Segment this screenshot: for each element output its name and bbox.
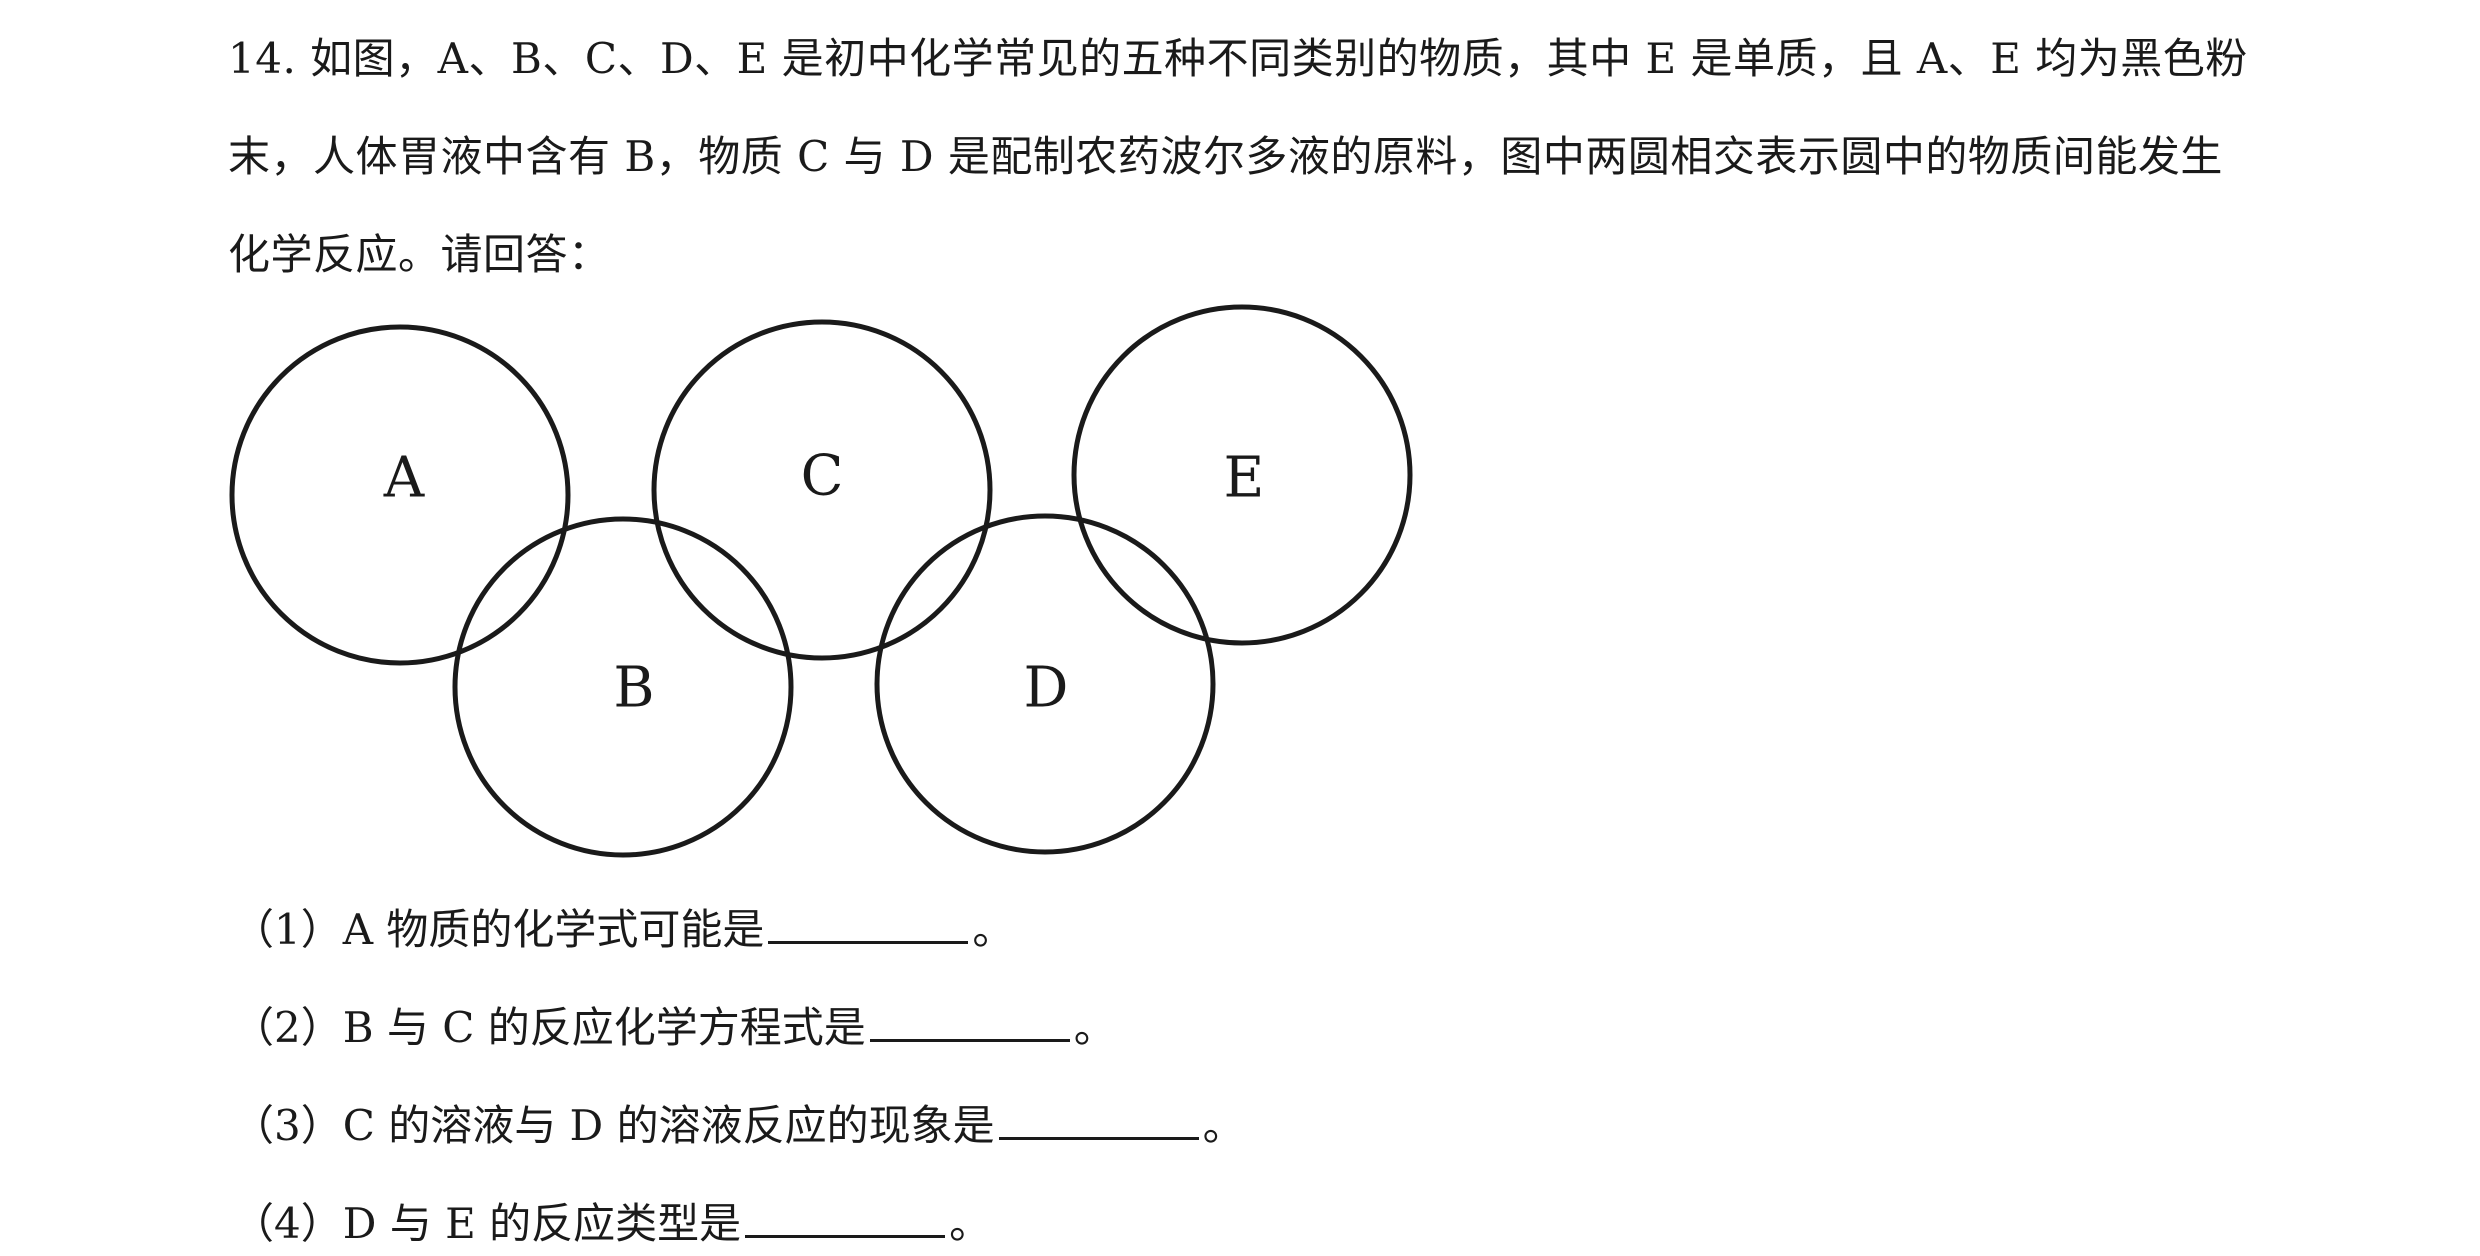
sub-question-2: （2）B 与 C 的反应化学方程式是 。 [232,998,1116,1058]
sub-question-1-text: （1）A 物质的化学式可能是 [232,905,765,954]
sub-question-3: （3）C 的溶液与 D 的溶液反应的现象是 。 [232,1096,1245,1156]
sub-question-1-end: 。 [972,905,1015,954]
circle-label-c: C [801,444,844,509]
question-line-3: 化学反应。请回答： [228,230,611,279]
answer-blank-1[interactable] [768,905,969,944]
answer-blank-4[interactable] [745,1199,946,1238]
circle-e: E [1071,304,1413,646]
sub-question-3-end: 。 [1202,1101,1245,1150]
circle-b: B [452,516,794,858]
sub-question-4-text: （4）D 与 E 的反应类型是 [232,1199,742,1248]
circle-label-e: E [1224,446,1265,511]
circle-label-d: D [1024,656,1069,721]
circle-label-a: A [383,446,425,511]
question-line-2: 末，人体胃液中含有 B，物质 C 与 D 是配制农药波尔多液的原料，图中两圆相交… [228,132,2223,181]
circle-diagram-svg: A B C D E [229,304,1413,858]
sub-question-4-end: 。 [949,1199,992,1248]
circle-c: C [651,319,993,661]
circle-label-b: B [613,656,654,721]
question-line-1: 14. 如图，A、B、C、D、E 是初中化学常见的五种不同类别的物质，其中 E … [228,34,2248,83]
circle-a: A [229,324,571,666]
sub-question-4: （4）D 与 E 的反应类型是 。 [232,1194,991,1254]
sub-question-2-text: （2）B 与 C 的反应化学方程式是 [232,1003,866,1052]
sub-question-2-end: 。 [1073,1003,1116,1052]
sub-question-3-text: （3）C 的溶液与 D 的溶液反应的现象是 [232,1101,995,1150]
answer-blank-2[interactable] [869,1003,1070,1042]
answer-blank-3[interactable] [998,1101,1199,1140]
sub-question-1: （1）A 物质的化学式可能是 。 [232,900,1014,960]
question-stem: 14. 如图，A、B、C、D、E 是初中化学常见的五种不同类别的物质，其中 E … [228,10,2288,304]
circle-d: D [874,513,1216,855]
circle-diagram: A B C D E [220,300,1430,870]
